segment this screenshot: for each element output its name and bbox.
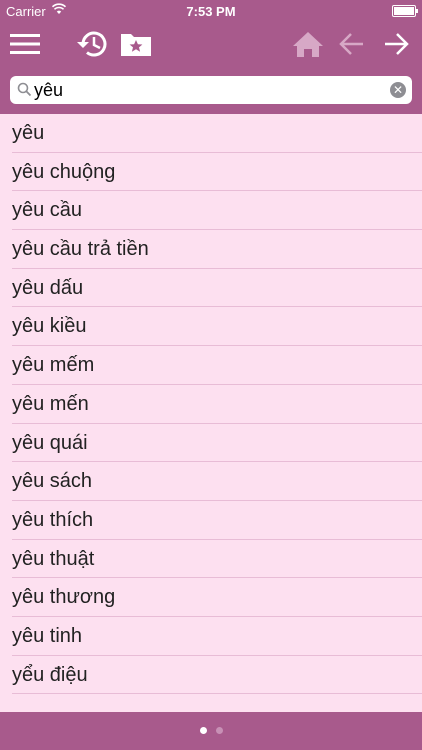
- result-item[interactable]: yêu sách: [0, 462, 422, 501]
- result-item[interactable]: yêu mếm: [0, 346, 422, 385]
- result-item[interactable]: yêu thích: [0, 501, 422, 540]
- result-item[interactable]: yêu mến: [0, 385, 422, 424]
- result-item[interactable]: yêu thương: [0, 578, 422, 617]
- status-bar: Carrier 7:53 PM: [0, 0, 422, 22]
- history-icon: [75, 29, 109, 59]
- home-icon: [292, 30, 324, 58]
- result-item[interactable]: yêu kiều: [0, 307, 422, 346]
- result-item[interactable]: yêu tinh: [0, 617, 422, 656]
- result-item[interactable]: yêu dấu: [0, 269, 422, 308]
- back-button[interactable]: [330, 22, 374, 66]
- search-box[interactable]: ✕: [10, 76, 412, 104]
- favorites-button[interactable]: [114, 22, 158, 66]
- menu-button[interactable]: [3, 22, 47, 66]
- result-item[interactable]: yêu cầu: [0, 191, 422, 230]
- result-item[interactable]: yêu quái: [0, 424, 422, 463]
- history-button[interactable]: [70, 22, 114, 66]
- results-list: yêu yêu chuộng yêu cầu yêu cầu trả tiền yêu …: [0, 114, 422, 712]
- result-item[interactable]: yêu cầu trả tiền: [0, 230, 422, 269]
- forward-button[interactable]: [374, 22, 418, 66]
- favorites-folder-icon: [120, 31, 152, 57]
- search-bar: ✕: [0, 66, 422, 114]
- back-arrow-icon: [339, 32, 365, 56]
- page-dot-active[interactable]: [200, 727, 207, 734]
- result-item[interactable]: yêu chuộng: [0, 153, 422, 192]
- search-input[interactable]: [34, 76, 384, 104]
- page-indicator: [0, 712, 422, 750]
- status-time: 7:53 PM: [186, 4, 236, 19]
- battery-icon: [392, 5, 418, 17]
- result-item[interactable]: yêu: [0, 114, 422, 153]
- page-dot-inactive[interactable]: [216, 727, 223, 734]
- search-icon: [17, 82, 32, 102]
- home-button[interactable]: [286, 22, 330, 66]
- forward-arrow-icon: [383, 32, 409, 56]
- menu-icon: [10, 33, 40, 55]
- clear-search-icon[interactable]: ✕: [390, 82, 406, 98]
- result-item[interactable]: yểu điệu: [0, 656, 422, 695]
- toolbar: [0, 22, 422, 66]
- result-item[interactable]: yêu thuật: [0, 540, 422, 579]
